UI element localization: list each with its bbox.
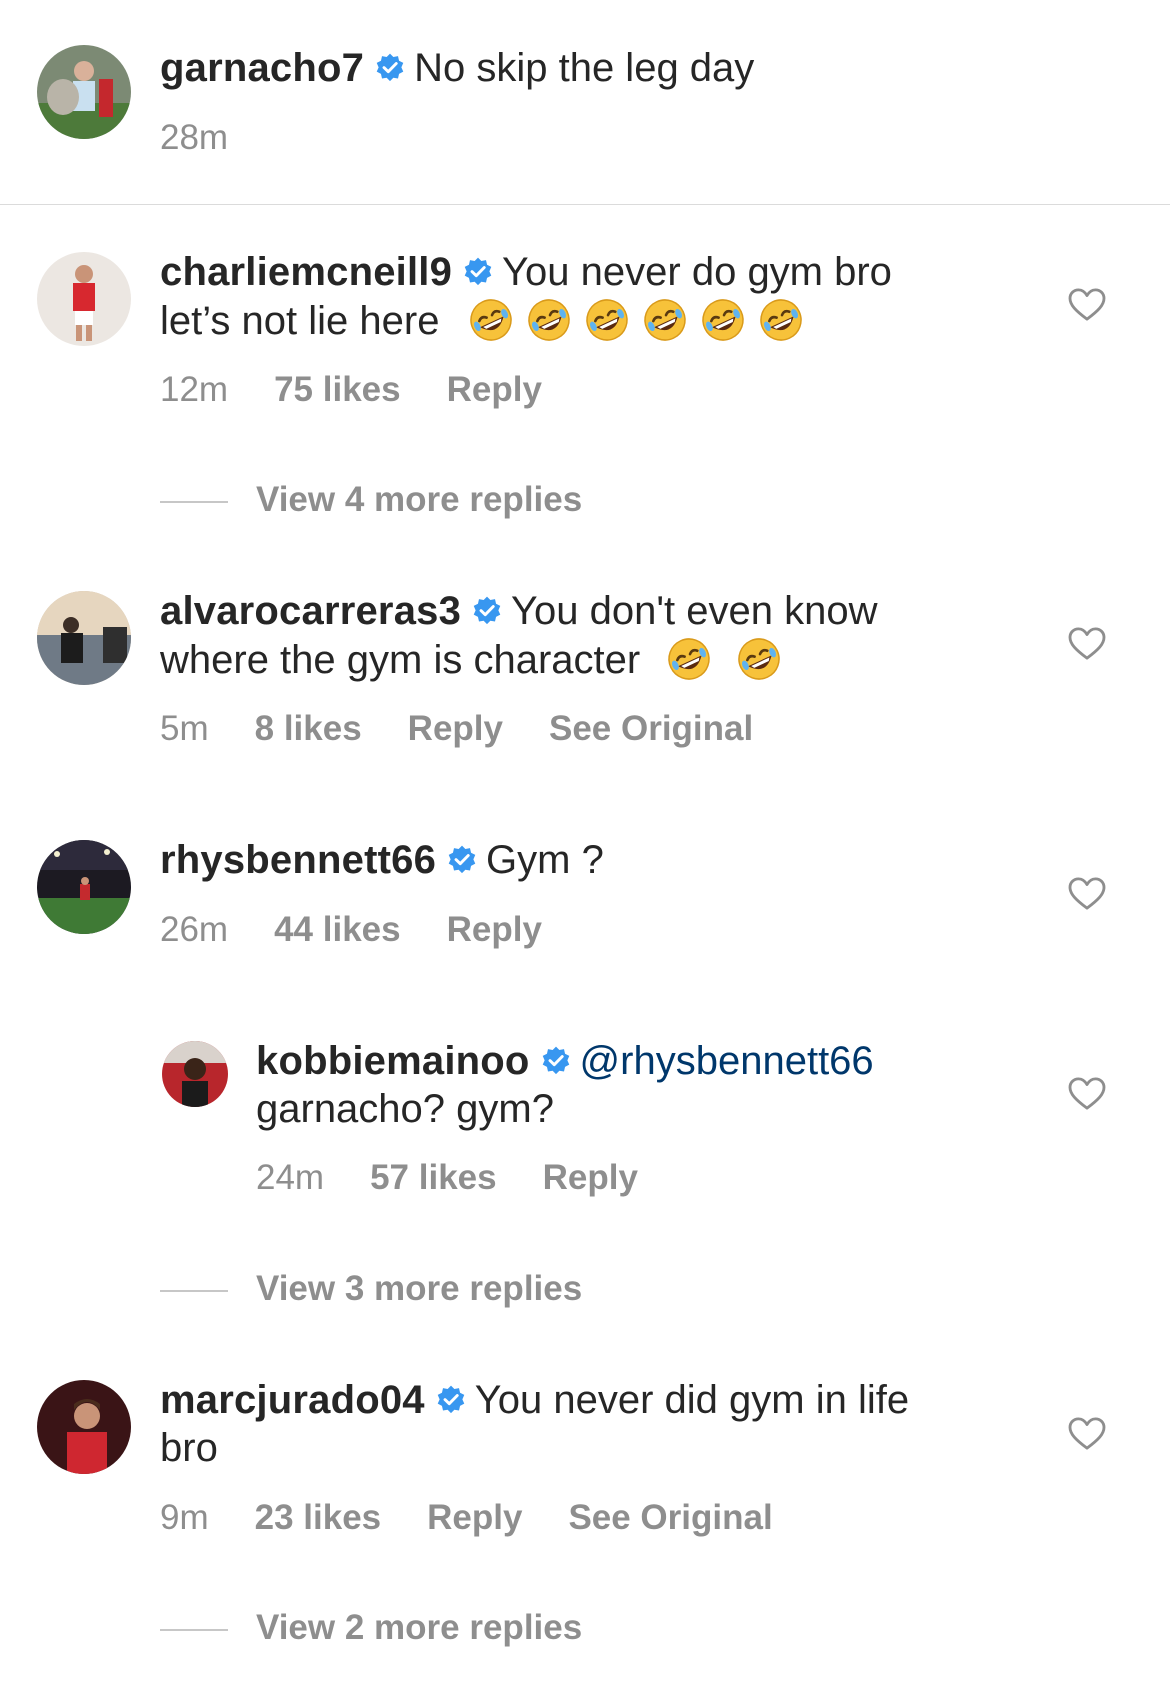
comment-text: garnacho? gym? [256, 1087, 554, 1131]
laughing-emoji-icon [697, 296, 749, 344]
divider [0, 204, 1170, 205]
username[interactable]: kobbiemainoo [256, 1039, 530, 1083]
comment-text: You don't even know [511, 589, 878, 633]
like-heart-icon[interactable] [1068, 627, 1106, 661]
verified-badge-icon [435, 1384, 467, 1416]
username[interactable]: charliemcneill9 [160, 250, 452, 294]
laughing-emoji-icon [523, 296, 575, 344]
comment-text: Gym ? [486, 838, 604, 882]
timestamp: 28m [160, 118, 229, 157]
view-more-label[interactable]: View 3 more replies [256, 1269, 582, 1308]
comment-text-block: charliemcneill9 You never do gym bro let’… [160, 248, 1000, 345]
username[interactable]: marcjurado04 [160, 1378, 425, 1422]
like-heart-icon[interactable] [1068, 1077, 1106, 1111]
like-heart-icon[interactable] [1068, 877, 1106, 911]
view-more-label[interactable]: View 4 more replies [256, 480, 582, 519]
see-original-button[interactable]: See Original [549, 709, 753, 748]
reply-button[interactable]: Reply [427, 1498, 522, 1537]
comment-meta: 5m 8 likes Reply See Original [160, 709, 799, 749]
divider-line [160, 1289, 228, 1292]
username[interactable]: rhysbennett66 [160, 838, 436, 882]
laughing-emoji-icon [733, 635, 785, 683]
comment-text: No skip the leg day [414, 46, 755, 90]
comment-text-block: rhysbennett66 Gym ? [160, 836, 1000, 884]
caption-text: garnacho7 No skip the leg day [160, 44, 1000, 92]
laughing-emoji-icon [581, 296, 633, 344]
laughing-emoji-icon [465, 296, 517, 344]
verified-badge-icon [374, 52, 406, 84]
avatar-rhysbennett66[interactable] [37, 840, 131, 934]
likes-count[interactable]: 75 likes [274, 370, 401, 409]
reply-button[interactable]: Reply [543, 1158, 638, 1197]
avatar-garnacho7[interactable] [37, 45, 131, 139]
timestamp: 24m [256, 1158, 325, 1197]
avatar-alvarocarreras3[interactable] [37, 591, 131, 685]
comment-text: You never did gym in life [474, 1378, 910, 1422]
see-original-button[interactable]: See Original [568, 1498, 772, 1537]
comment-text: let’s not lie here [160, 299, 440, 343]
comment-text: where the gym is character [160, 638, 641, 682]
view-more-replies[interactable]: View 3 more replies [160, 1269, 582, 1309]
like-heart-icon[interactable] [1068, 1417, 1106, 1451]
avatar-marcjurado04[interactable] [37, 1380, 131, 1474]
divider-line [160, 500, 228, 503]
comment-text-block: kobbiemainoo @rhysbennett66 garnacho? gym… [256, 1037, 996, 1133]
view-more-replies[interactable]: View 4 more replies [160, 480, 582, 520]
like-heart-icon[interactable] [1068, 288, 1106, 322]
avatar-charliemcneill9[interactable] [37, 252, 131, 346]
verified-badge-icon [462, 256, 494, 288]
laughing-emoji-icon [663, 635, 715, 683]
verified-badge-icon [446, 844, 478, 876]
view-more-label[interactable]: View 2 more replies [256, 1608, 582, 1647]
laughing-emoji-icon [755, 296, 807, 344]
likes-count[interactable]: 57 likes [370, 1158, 497, 1197]
comment-meta: 9m 23 likes Reply See Original [160, 1498, 819, 1538]
likes-count[interactable]: 8 likes [255, 709, 362, 748]
verified-badge-icon [471, 595, 503, 627]
verified-badge-icon [540, 1045, 572, 1077]
comment-text-block: marcjurado04 You never did gym in life br… [160, 1376, 1000, 1472]
username[interactable]: garnacho7 [160, 46, 364, 90]
likes-count[interactable]: 44 likes [274, 910, 401, 949]
reply-button[interactable]: Reply [447, 910, 542, 949]
likes-count[interactable]: 23 likes [255, 1498, 382, 1537]
timestamp: 26m [160, 910, 229, 949]
avatar-kobbiemainoo[interactable] [162, 1041, 228, 1107]
username[interactable]: alvarocarreras3 [160, 589, 461, 633]
comment-meta: 24m 57 likes Reply [256, 1158, 684, 1198]
laughing-emoji-icon [639, 296, 691, 344]
comment-text: bro [160, 1426, 218, 1470]
reply-button[interactable]: Reply [408, 709, 503, 748]
view-more-replies[interactable]: View 2 more replies [160, 1608, 582, 1648]
reply-button[interactable]: Reply [447, 370, 542, 409]
comment-meta: 26m 44 likes Reply [160, 910, 588, 950]
caption-meta: 28m [160, 118, 274, 158]
comment-text: You never do gym bro [502, 250, 892, 294]
timestamp: 5m [160, 709, 209, 748]
divider-line [160, 1628, 228, 1631]
comment-text-block: alvarocarreras3 You don't even know where… [160, 587, 1000, 684]
comment-meta: 12m 75 likes Reply [160, 370, 588, 410]
timestamp: 9m [160, 1498, 209, 1537]
mention-link[interactable]: @rhysbennett66 [580, 1039, 874, 1083]
timestamp: 12m [160, 370, 229, 409]
